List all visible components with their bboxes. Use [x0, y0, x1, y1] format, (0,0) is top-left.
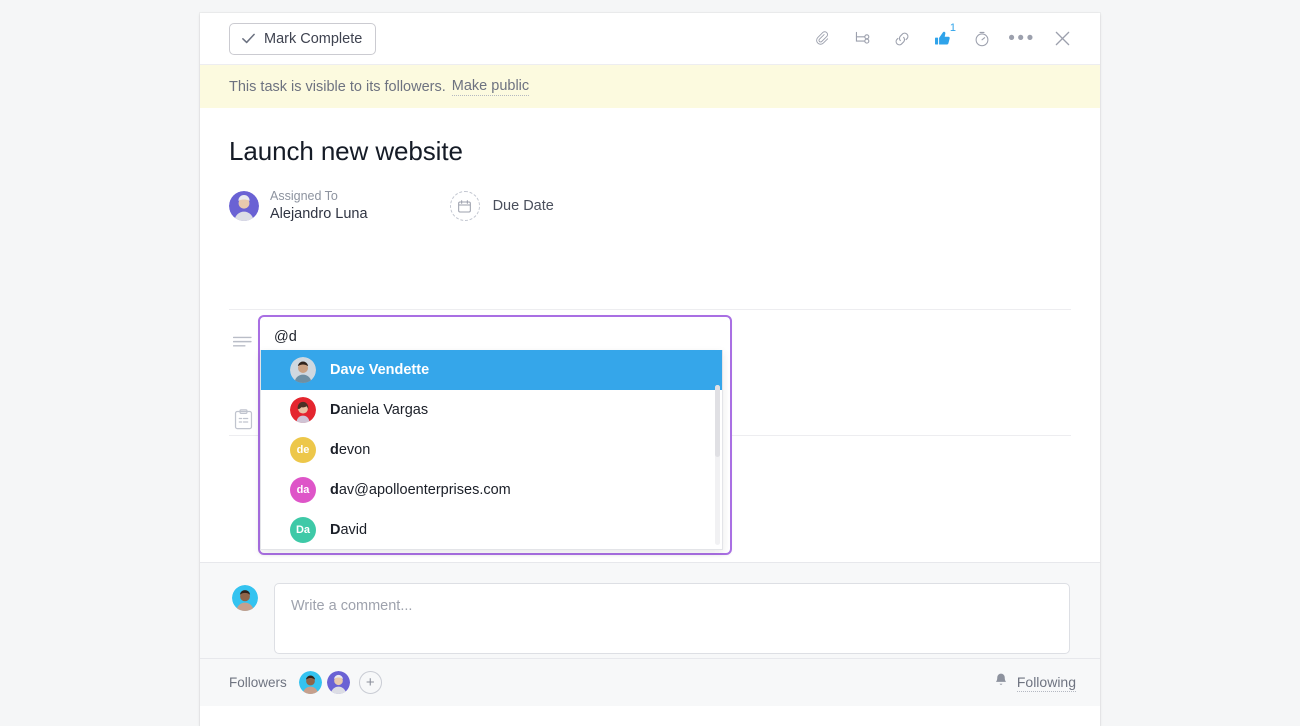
mark-complete-button[interactable]: Mark Complete	[229, 22, 377, 55]
bell-icon	[993, 672, 1009, 693]
description-editor[interactable]: @d Dave Vendette Daniela Vargas de devon…	[258, 315, 732, 555]
task-meta-row: Assigned To Alejandro Luna Due Date	[229, 187, 1071, 225]
avatar-initials-text: Da	[295, 524, 311, 536]
subtask-clipboard-icon	[234, 409, 253, 435]
mention-option-label: Daniela Vargas	[330, 402, 429, 418]
mention-option-dave-vendette[interactable]: Dave Vendette	[261, 350, 722, 390]
due-date-field[interactable]: Due Date	[449, 191, 554, 221]
assignee-labels: Assigned To Alejandro Luna	[270, 188, 368, 224]
visibility-notice-text: This task is visible to its followers.	[229, 78, 446, 95]
mention-option-label: devon	[330, 442, 371, 458]
follower-avatar-1[interactable]	[298, 671, 322, 694]
mention-avatar-initials: Da	[290, 517, 316, 543]
subtask-branch-icon[interactable]	[848, 25, 876, 53]
mention-suggestion-dropdown[interactable]: Dave Vendette Daniela Vargas de devon da…	[260, 350, 723, 550]
mention-option-dav-email[interactable]: da dav@apolloenterprises.com	[261, 470, 722, 510]
mention-avatar-initials: de	[290, 437, 316, 463]
timer-icon[interactable]	[968, 25, 996, 53]
task-toolbar: Mark Complete 1 •••	[200, 13, 1100, 65]
make-public-link[interactable]: Make public	[451, 78, 530, 96]
task-body: Launch new website Assigned To Alejandro…	[200, 108, 1100, 562]
assignee-field-label: Assigned To	[270, 189, 338, 204]
current-user-avatar	[232, 585, 258, 611]
following-toggle[interactable]: Following	[993, 672, 1076, 693]
followers-label: Followers	[229, 675, 287, 690]
attachment-icon[interactable]	[808, 25, 836, 53]
close-icon[interactable]	[1048, 25, 1076, 53]
mention-avatar-initials: da	[290, 477, 316, 503]
toolbar-icon-group: 1 •••	[808, 21, 1076, 53]
mention-option-david[interactable]: Da David	[261, 510, 722, 549]
check-icon	[241, 31, 256, 46]
avatar-initials-text: da	[296, 484, 310, 496]
assignee-avatar[interactable]	[229, 191, 259, 221]
description-lines-icon	[232, 336, 252, 356]
visibility-notice-bar: This task is visible to its followers. M…	[200, 65, 1100, 108]
comment-composer: Write a comment...	[200, 562, 1100, 658]
mention-option-label: David	[330, 522, 368, 538]
task-detail-card: Mark Complete 1 ••• This task is visible…	[200, 13, 1100, 726]
thumbs-up-icon[interactable]: 1	[928, 21, 956, 53]
comment-input[interactable]: Write a comment...	[274, 583, 1070, 654]
mention-option-devon[interactable]: de devon	[261, 430, 722, 470]
mention-input[interactable]: @d	[260, 317, 730, 350]
page-title[interactable]: Launch new website	[229, 108, 1071, 167]
avatar-initials-text: de	[296, 444, 310, 456]
mention-avatar	[290, 397, 316, 423]
following-label: Following	[1016, 673, 1076, 692]
mention-option-label: Dave Vendette	[330, 362, 430, 378]
mention-option-label: dav@apolloenterprises.com	[330, 482, 511, 498]
followers-bar: Followers + Following	[200, 658, 1100, 706]
follower-avatar-list: +	[298, 671, 382, 694]
assignee-field[interactable]: Assigned To Alejandro Luna	[229, 188, 368, 224]
plus-icon: +	[365, 674, 375, 691]
mention-option-daniela-vargas[interactable]: Daniela Vargas	[261, 390, 722, 430]
divider-description	[229, 309, 1071, 310]
like-count-badge: 1	[949, 21, 956, 34]
mark-complete-label: Mark Complete	[264, 30, 363, 47]
follower-avatar-2[interactable]	[326, 671, 350, 694]
add-follower-button[interactable]: +	[358, 671, 382, 694]
calendar-icon	[449, 191, 480, 221]
link-icon[interactable]	[888, 25, 916, 53]
ellipsis-glyph: •••	[1008, 27, 1036, 49]
mention-avatar	[290, 357, 316, 383]
assignee-name: Alejandro Luna	[270, 205, 368, 222]
mention-dropdown-scrollbar-thumb[interactable]	[715, 385, 720, 457]
more-options-icon[interactable]: •••	[1008, 25, 1036, 53]
due-date-label: Due Date	[492, 198, 554, 214]
